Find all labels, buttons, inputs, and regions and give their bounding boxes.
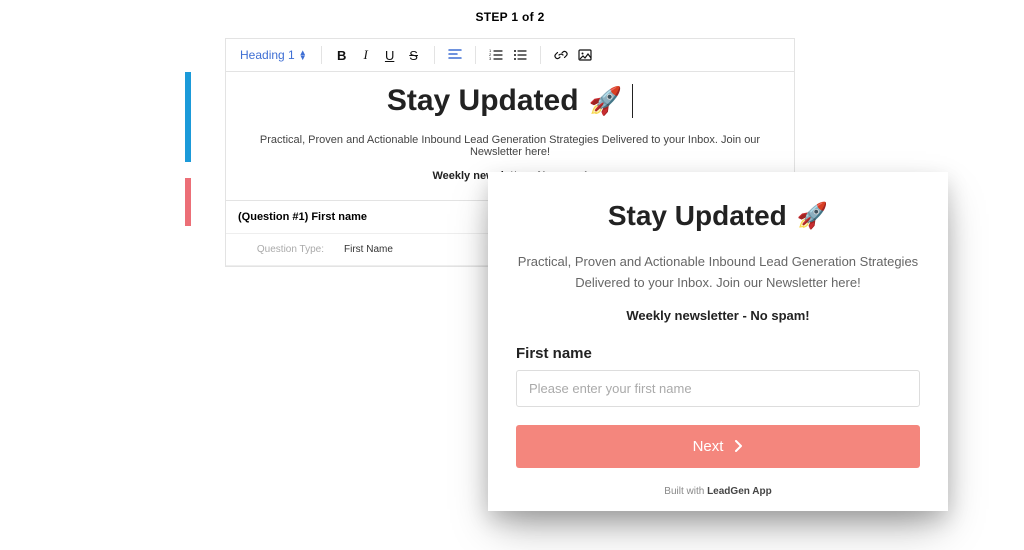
svg-text:3: 3 xyxy=(489,56,492,61)
first-name-label: First name xyxy=(516,345,920,362)
first-name-input[interactable] xyxy=(516,370,920,407)
preview-title-text: Stay Updated xyxy=(608,200,787,232)
ordered-list-button[interactable]: 123 xyxy=(486,45,506,65)
next-button[interactable]: Next xyxy=(516,425,920,468)
section-marker-pink xyxy=(185,178,191,226)
chevron-right-icon xyxy=(735,440,743,452)
question-type-label: Question Type: xyxy=(242,244,332,255)
footer-prefix: Built with xyxy=(664,486,707,497)
heading-dropdown-label: Heading 1 xyxy=(240,48,295,62)
align-button[interactable] xyxy=(445,45,465,65)
step-indicator: STEP 1 of 2 xyxy=(225,0,795,38)
toolbar-divider xyxy=(434,46,435,64)
unordered-list-button[interactable] xyxy=(510,45,530,65)
toolbar-divider xyxy=(540,46,541,64)
editor-title-text: Stay Updated xyxy=(387,84,579,118)
question-type-value: First Name xyxy=(344,244,393,255)
preview-description: Practical, Proven and Actionable Inbound… xyxy=(516,252,920,294)
toolbar-divider xyxy=(321,46,322,64)
heading-dropdown[interactable]: Heading 1 ▲▼ xyxy=(236,46,311,64)
image-button[interactable] xyxy=(575,45,595,65)
strikethrough-button[interactable]: S xyxy=(404,45,424,65)
preview-heading: Stay Updated 🚀 xyxy=(516,200,920,232)
rocket-icon: 🚀 xyxy=(589,85,623,117)
italic-button[interactable]: I xyxy=(356,45,376,65)
next-button-label: Next xyxy=(693,438,724,455)
rocket-icon: 🚀 xyxy=(797,202,828,231)
text-cursor xyxy=(632,84,633,118)
preview-panel: Stay Updated 🚀 Practical, Proven and Act… xyxy=(488,172,948,511)
link-button[interactable] xyxy=(551,45,571,65)
rich-text-toolbar: Heading 1 ▲▼ B I U S 123 xyxy=(225,38,795,72)
preview-subtext: Weekly newsletter - No spam! xyxy=(516,308,920,323)
toolbar-divider xyxy=(475,46,476,64)
dropdown-arrows-icon: ▲▼ xyxy=(299,50,307,60)
footer-credit: Built with LeadGen App xyxy=(516,486,920,497)
editor-description: Practical, Proven and Actionable Inbound… xyxy=(256,134,764,158)
bold-button[interactable]: B xyxy=(332,45,352,65)
footer-brand: LeadGen App xyxy=(707,486,772,497)
editor-heading: Stay Updated 🚀 xyxy=(387,84,633,118)
section-marker-blue xyxy=(185,72,191,162)
underline-button[interactable]: U xyxy=(380,45,400,65)
